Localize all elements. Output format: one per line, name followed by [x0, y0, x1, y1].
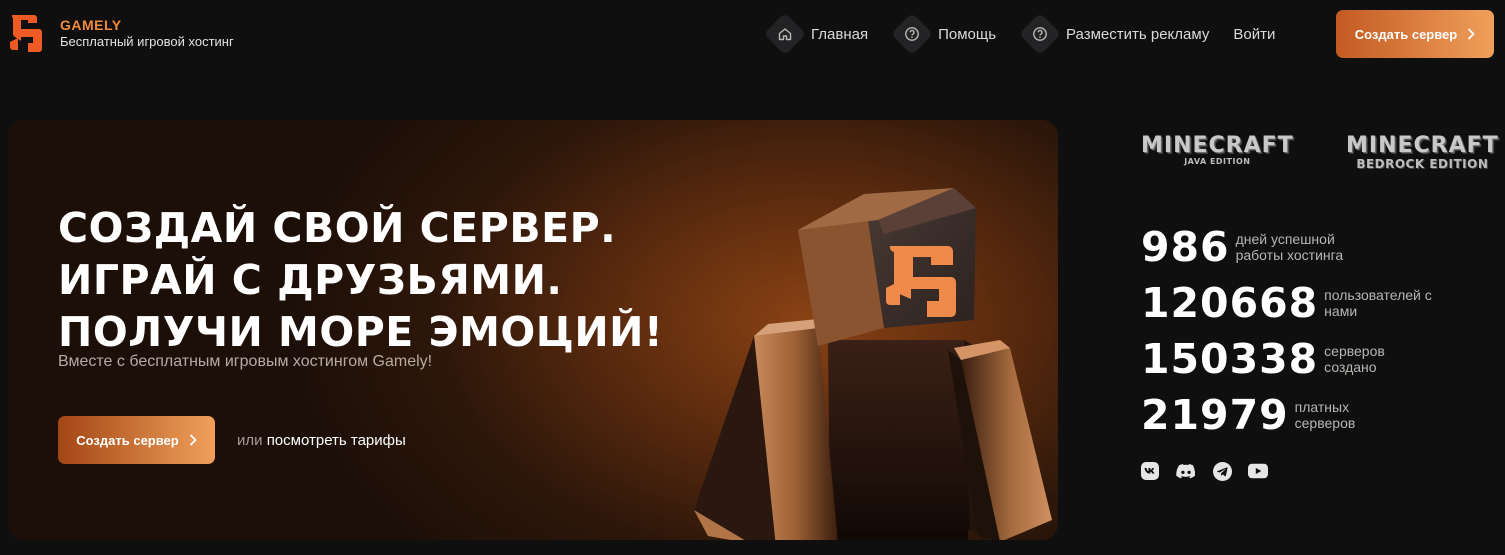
vk-icon[interactable]	[1140, 461, 1160, 481]
youtube-icon[interactable]	[1248, 461, 1268, 481]
stat-servers-created: 150338 серверов создано	[1141, 334, 1404, 384]
nav-label-advertise: Разместить рекламу	[1066, 25, 1210, 43]
stat-label: дней успешной работы хостинга	[1235, 231, 1344, 263]
bedrock-edition-label: BEDROCK EDITION	[1356, 157, 1489, 171]
tariffs-link[interactable]: посмотреть тарифы	[267, 432, 406, 449]
stat-label: платных серверов	[1294, 399, 1356, 431]
chevron-right-icon	[189, 434, 197, 446]
nav-label-help: Помощь	[938, 25, 997, 43]
minecraft-wordmark: MINECRAFT	[1346, 133, 1499, 158]
brand[interactable]: GAMELY Бесплатный игровой хостинг	[60, 18, 234, 50]
or-text: или	[237, 432, 263, 449]
stat-value: 21979	[1141, 391, 1289, 439]
help-icon	[1018, 12, 1062, 56]
java-edition-label: JAVA EDITION	[1184, 157, 1251, 166]
hero-banner: СОЗДАЙ СВОЙ СЕРВЕР. ИГРАЙ С ДРУЗЬЯМИ. ПО…	[8, 120, 1058, 540]
hero-title: СОЗДАЙ СВОЙ СЕРВЕР. ИГРАЙ С ДРУЗЬЯМИ. ПО…	[58, 204, 664, 356]
stat-value: 150338	[1141, 335, 1319, 383]
hero-subtitle: Вместе с бесплатным игровым хостингом Ga…	[58, 353, 433, 370]
chevron-right-icon	[1468, 28, 1476, 40]
create-server-label: Создать сервер	[76, 432, 179, 448]
login-link[interactable]: Войти	[1233, 14, 1275, 54]
stat-label: пользователей с нами	[1324, 287, 1432, 319]
stat-users: 120668 пользователей с нами	[1141, 278, 1444, 328]
main-nav: Главная Помощь Разместить рекламу Войти	[763, 12, 1275, 56]
create-server-label: Создать сервер	[1354, 26, 1458, 42]
help-icon	[890, 12, 934, 56]
minecraft-java-edition-logo: MINECRAFT JAVA EDITION	[1141, 133, 1294, 166]
create-server-button-hero[interactable]: Создать сервер	[58, 416, 215, 464]
tariffs-link-row: или посмотреть тарифы	[237, 432, 406, 449]
create-server-button-header[interactable]: Создать сервер	[1336, 10, 1494, 58]
login-label: Войти	[1233, 25, 1276, 43]
nav-item-help[interactable]: Помощь	[890, 12, 997, 56]
nav-label-home: Главная	[811, 25, 869, 43]
mascot-character-illustration	[694, 188, 1052, 540]
nav-item-home[interactable]: Главная	[763, 12, 869, 56]
minecraft-bedrock-edition-logo: MINECRAFT BEDROCK EDITION	[1346, 133, 1499, 171]
minecraft-wordmark: MINECRAFT	[1141, 133, 1294, 158]
brand-name: GAMELY	[60, 17, 122, 33]
nav-item-advertise[interactable]: Разместить рекламу	[1018, 12, 1210, 56]
social-links	[1140, 461, 1268, 481]
discord-icon[interactable]	[1176, 461, 1196, 481]
gamely-logo-icon[interactable]	[8, 12, 48, 54]
stat-days: 986 дней успешной работы хостинга	[1141, 222, 1366, 272]
stat-label: серверов создано	[1324, 343, 1385, 375]
stat-value: 986	[1141, 223, 1230, 271]
home-icon	[763, 12, 807, 56]
telegram-icon[interactable]	[1212, 461, 1232, 481]
site-header: GAMELY Бесплатный игровой хостинг Главна…	[0, 0, 1505, 70]
stat-value: 120668	[1141, 279, 1319, 327]
brand-tagline: Бесплатный игровой хостинг	[60, 34, 234, 49]
stat-paid-servers: 21979 платных серверов	[1141, 390, 1375, 440]
